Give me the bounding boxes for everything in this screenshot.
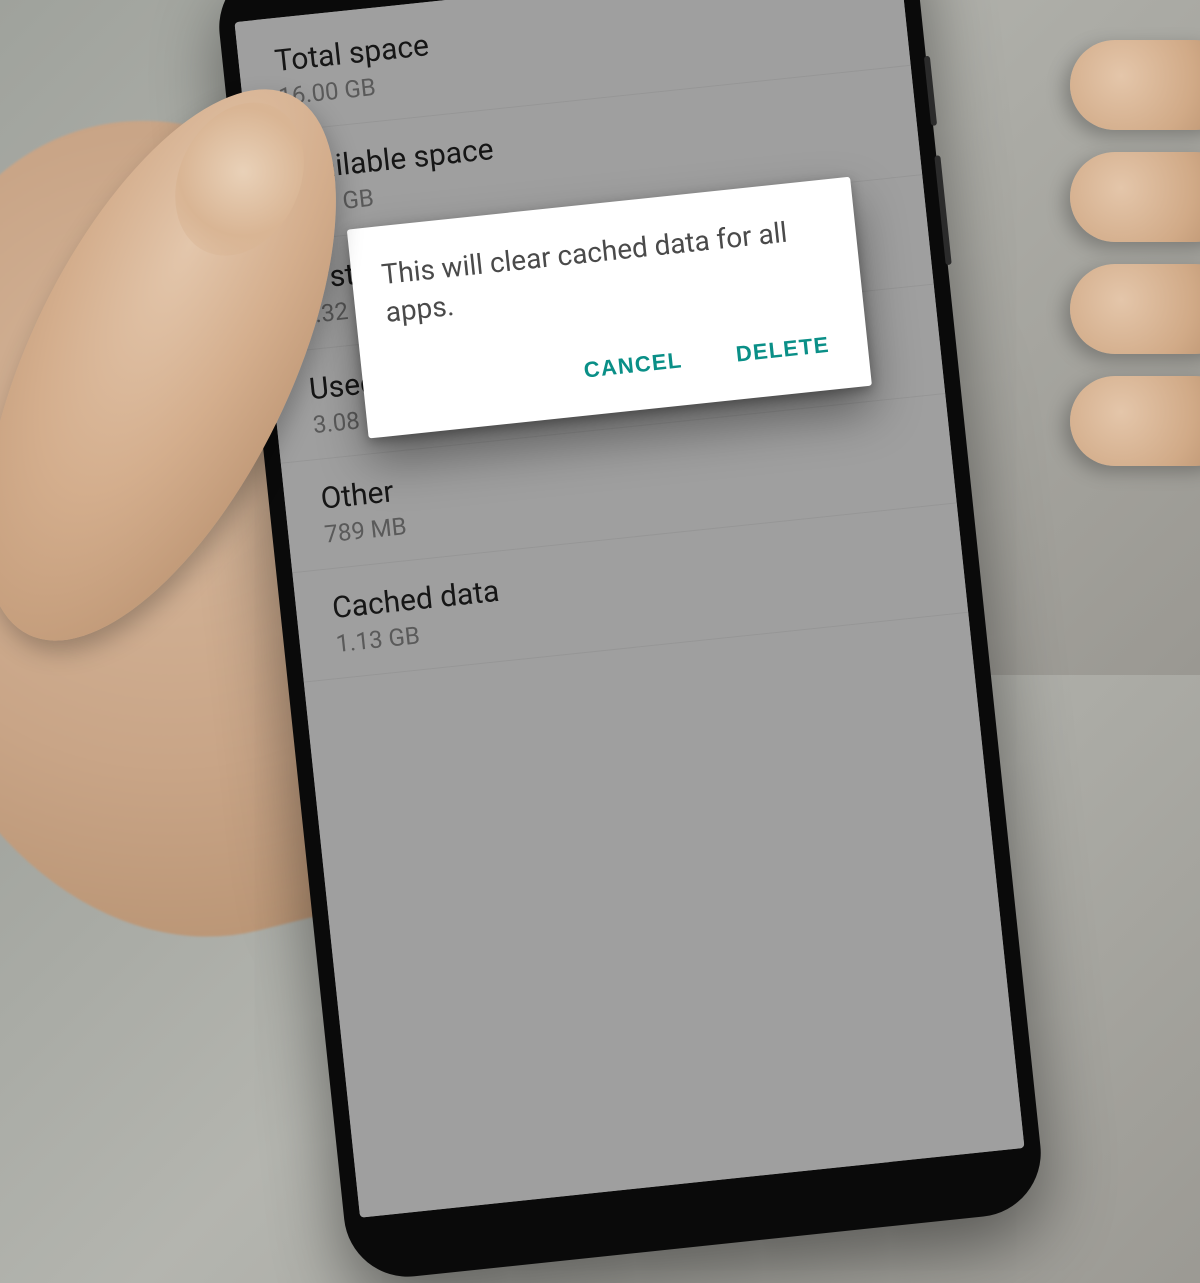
delete-button[interactable]: DELETE: [730, 321, 836, 377]
cancel-button[interactable]: CANCEL: [578, 337, 689, 394]
phone-frame: Total space 16.00 GB Available space 5.9…: [213, 0, 1047, 1283]
phone-screen: Total space 16.00 GB Available space 5.9…: [234, 0, 1024, 1218]
dialog-message: This will clear cached data for all apps…: [380, 210, 831, 332]
modal-scrim[interactable]: [234, 0, 1024, 1218]
